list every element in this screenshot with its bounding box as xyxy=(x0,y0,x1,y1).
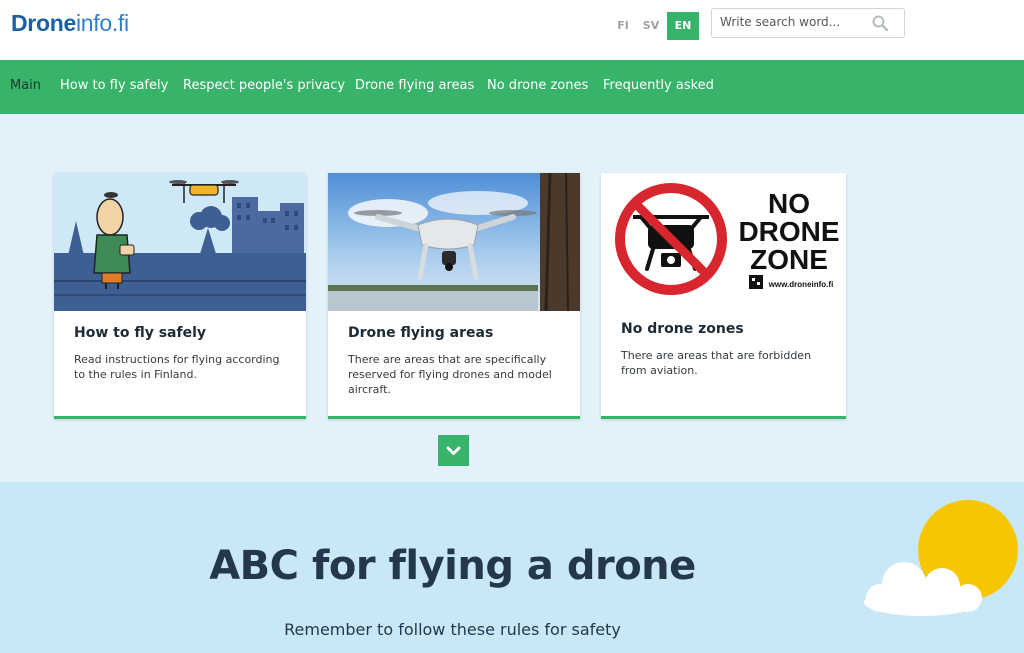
card-title: No drone zones xyxy=(621,321,744,337)
nav-item-how-to-fly-safely[interactable]: How to fly safely xyxy=(60,78,168,93)
chevron-down-icon xyxy=(446,446,461,455)
main-nav: Main How to fly safely Respect people's … xyxy=(0,60,1024,114)
language-en[interactable]: EN xyxy=(667,12,699,40)
site-logo[interactable]: Droneinfo.fi xyxy=(11,10,129,37)
scroll-down-button[interactable] xyxy=(438,435,469,466)
search-box xyxy=(711,8,905,38)
site-header: Droneinfo.fi FI SV EN xyxy=(0,0,1024,60)
nav-item-frequently-asked[interactable]: Frequently asked xyxy=(603,78,714,93)
abc-title: ABC for flying a drone xyxy=(209,543,696,589)
card-image-no-drone-sign: NO DRONE ZONE www.droneinfo.fi xyxy=(601,173,846,303)
cards-section: How to fly safely Read instructions for … xyxy=(0,114,1024,482)
card-image-drone-photo xyxy=(328,173,580,311)
nav-item-drone-flying-areas[interactable]: Drone flying areas xyxy=(355,78,474,93)
language-fi[interactable]: FI xyxy=(612,12,634,40)
search-icon[interactable] xyxy=(872,15,888,31)
card-title: How to fly safely xyxy=(74,325,206,341)
sun-cloud-illustration xyxy=(864,500,1018,616)
card-no-drone-zones[interactable]: NO DRONE ZONE www.droneinfo.fi No drone … xyxy=(601,173,846,419)
card-description: There are areas that are specifically re… xyxy=(348,353,552,396)
sign-text-zone: ZONE xyxy=(750,244,828,275)
sign-url: www.droneinfo.fi xyxy=(768,280,834,289)
nav-item-respect-privacy[interactable]: Respect people's privacy xyxy=(183,78,345,93)
card-drone-flying-areas[interactable]: Drone flying areas There are areas that … xyxy=(328,173,580,419)
card-how-to-fly-safely[interactable]: How to fly safely Read instructions for … xyxy=(54,173,306,419)
language-sv[interactable]: SV xyxy=(640,12,662,40)
card-image-cartoon xyxy=(54,173,306,311)
abc-section: ABC for flying a drone Remember to follo… xyxy=(0,482,1024,653)
sign-text-no: NO xyxy=(768,188,810,219)
card-title: Drone flying areas xyxy=(348,325,494,341)
card-description: Read instructions for flying according t… xyxy=(74,353,280,381)
nav-item-no-drone-zones[interactable]: No drone zones xyxy=(487,78,588,93)
card-description: There are areas that are forbidden from … xyxy=(621,349,812,377)
abc-subtitle: Remember to follow these rules for safet… xyxy=(284,620,621,639)
sign-text-drone: DRONE xyxy=(738,216,839,247)
search-input[interactable] xyxy=(720,15,870,29)
nav-item-main[interactable]: Main xyxy=(10,78,41,93)
